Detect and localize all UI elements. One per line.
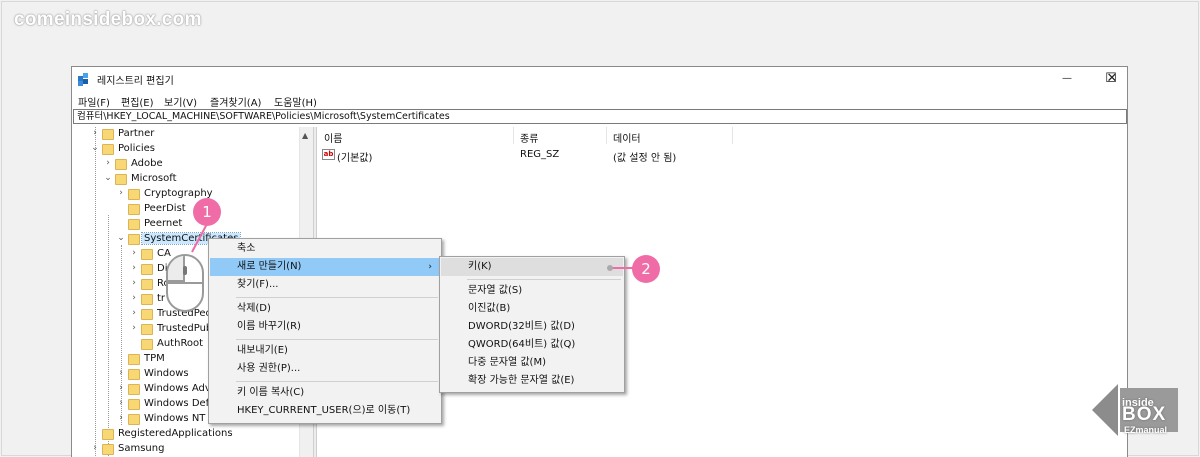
folder-icon (102, 429, 114, 440)
mouse-right-click-icon (166, 254, 204, 312)
column-header-name[interactable]: 이름 (318, 127, 514, 145)
value-data: (값 설정 안 됨) (613, 153, 677, 164)
submenu-item-expandable-string[interactable]: 확장 가능한 문자열 값(E) (441, 372, 623, 390)
chevron-right-icon: › (428, 262, 432, 272)
close-icon: ✕ (1106, 70, 1118, 86)
minimize-button[interactable]: — (1045, 67, 1089, 89)
chevron-right-icon[interactable]: › (116, 398, 126, 408)
folder-icon (128, 234, 140, 245)
menu-separator (236, 339, 438, 340)
folder-icon (128, 219, 140, 230)
menu-help[interactable]: 도움말(H) (274, 94, 317, 109)
folder-icon (102, 129, 114, 140)
minimize-button-alt (1005, 67, 1049, 89)
submenu-item-string[interactable]: 문자열 값(S) (441, 282, 623, 300)
chevron-down-icon[interactable]: ⌄ (103, 173, 113, 183)
menu-item-goto-hkcu[interactable]: HKEY_CURRENT_USER(으)로 이동(T) (210, 402, 440, 420)
menu-separator (467, 279, 621, 280)
step-badge-1: 1 (193, 198, 221, 226)
submenu-item-dword[interactable]: DWORD(32비트) 값(D) (441, 318, 623, 336)
chevron-right-icon[interactable]: › (129, 248, 139, 258)
folder-icon (128, 354, 140, 365)
chevron-right-icon[interactable]: › (116, 383, 126, 393)
minimize-icon: — (1062, 72, 1072, 84)
registry-app-icon (78, 73, 88, 86)
folder-icon (128, 384, 140, 395)
folder-icon (141, 294, 153, 305)
folder-icon (102, 144, 114, 155)
chevron-right-icon[interactable]: › (129, 323, 139, 333)
menu-view[interactable]: 보기(V) (164, 94, 197, 109)
menu-favorites[interactable]: 즐겨찾기(A) (210, 94, 261, 109)
title-bar: 레지스트리 편집기 — ☐ (72, 67, 1127, 91)
menu-separator (236, 297, 438, 298)
menu-item-delete[interactable]: 삭제(D) (210, 300, 440, 318)
logo-text-box: BOX (1122, 404, 1167, 425)
column-header-type[interactable]: 종류 (514, 127, 607, 145)
submenu-item-qword[interactable]: QWORD(64비트) 값(Q) (441, 336, 623, 354)
menu-item-copy-key-name[interactable]: 키 이름 복사(C) (210, 384, 440, 402)
folder-icon (128, 369, 140, 380)
new-submenu: 키(K) 문자열 값(S) 이진값(B) DWORD(32비트) 값(D) QW… (439, 256, 625, 393)
folder-icon (141, 279, 153, 290)
menu-item-new-label: 새로 만들기(N) (237, 261, 302, 272)
chevron-right-icon[interactable]: › (116, 368, 126, 378)
menu-bar: 파일(F) 편집(E) 보기(V) 즐겨찾기(A) 도움말(H) (72, 91, 1127, 109)
watermark-text: comeinsidebox.com (14, 9, 202, 30)
folder-icon (141, 249, 153, 260)
close-button[interactable]: ✕ (1095, 67, 1127, 89)
address-bar[interactable]: 컴퓨터\HKEY_LOCAL_MACHINE\SOFTWARE\Policies… (73, 109, 1127, 124)
folder-icon (128, 189, 140, 200)
folder-icon (128, 204, 140, 215)
menu-item-collapse[interactable]: 축소 (210, 240, 440, 258)
chevron-right-icon[interactable]: › (90, 443, 100, 453)
chevron-down-icon[interactable]: ⌄ (90, 143, 100, 153)
chevron-right-icon[interactable]: › (129, 278, 139, 288)
chevron-right-icon[interactable]: › (90, 128, 100, 138)
chevron-right-icon[interactable]: › (116, 413, 126, 423)
step-badge-2: 2 (632, 255, 660, 283)
folder-icon (141, 339, 153, 350)
chevron-down-icon[interactable]: ⌄ (116, 233, 126, 243)
menu-separator (236, 381, 438, 382)
chevron-right-icon[interactable]: › (103, 158, 113, 168)
chevron-right-icon[interactable]: › (129, 308, 139, 318)
menu-item-find[interactable]: 찾기(F)... (210, 276, 440, 294)
folder-icon (141, 324, 153, 335)
logo-text-ezmanual: EZmanual (1124, 425, 1168, 435)
column-header-data[interactable]: 데이터 (607, 127, 733, 145)
chevron-right-icon[interactable]: › (116, 188, 126, 198)
chevron-right-icon[interactable]: › (129, 293, 139, 303)
window-title: 레지스트리 편집기 (97, 76, 174, 87)
menu-item-new[interactable]: 새로 만들기(N) › (210, 258, 440, 276)
folder-icon (115, 174, 127, 185)
menu-item-rename[interactable]: 이름 바꾸기(R) (210, 318, 440, 336)
folder-icon (141, 264, 153, 275)
folder-icon (102, 444, 114, 455)
scroll-up-icon[interactable]: ▲ (302, 131, 308, 140)
context-menu: 축소 새로 만들기(N) › 찾기(F)... 삭제(D) 이름 바꾸기(R) … (208, 238, 442, 424)
menu-item-permissions[interactable]: 사용 권한(P)... (210, 360, 440, 378)
folder-icon (115, 159, 127, 170)
submenu-item-key[interactable]: 키(K) (441, 258, 623, 276)
menu-file[interactable]: 파일(F) (78, 94, 110, 109)
value-type: REG_SZ (520, 149, 560, 160)
ab-value-icon: ab (322, 149, 335, 160)
folder-icon (128, 399, 140, 410)
folder-icon (141, 309, 153, 320)
value-name[interactable]: (기본값) (337, 149, 372, 164)
menu-edit[interactable]: 편집(E) (121, 94, 154, 109)
folder-icon (128, 414, 140, 425)
chevron-right-icon[interactable]: › (129, 263, 139, 273)
menu-item-export[interactable]: 내보내기(E) (210, 342, 440, 360)
submenu-item-multi-string[interactable]: 다중 문자열 값(M) (441, 354, 623, 372)
submenu-item-binary[interactable]: 이진값(B) (441, 300, 623, 318)
